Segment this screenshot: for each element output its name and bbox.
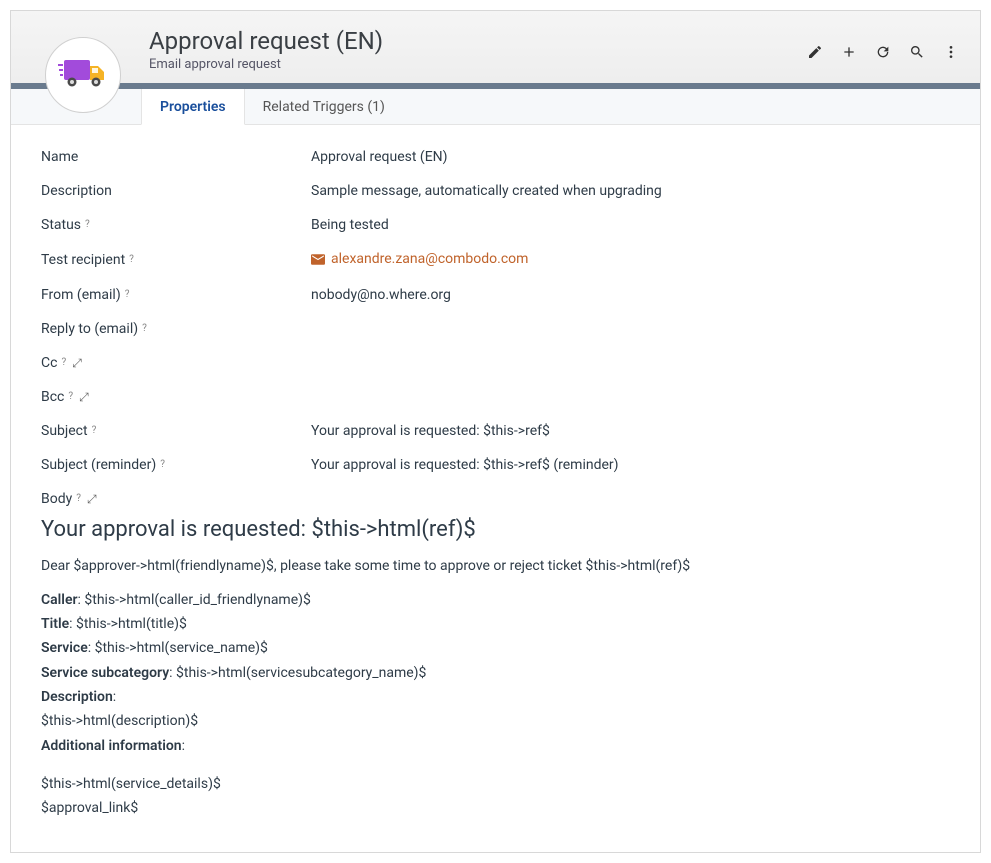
field-description: Description Sample message, automaticall… <box>41 181 950 201</box>
help-icon[interactable]: ? <box>92 421 97 441</box>
body-service-details-line: $this->html(service_details)$ <box>41 774 950 794</box>
field-subject-reminder-label: Subject (reminder) ? <box>41 455 311 475</box>
help-icon[interactable]: ? <box>68 387 73 407</box>
edit-button[interactable] <box>800 37 830 67</box>
field-from-label: From (email) ? <box>41 285 311 305</box>
header-titles: Approval request (EN) Email approval req… <box>149 21 383 72</box>
page-container: Approval request (EN) Email approval req… <box>10 10 981 853</box>
body-caller-line: Caller: $this->html(caller_id_friendlyna… <box>41 590 950 610</box>
field-status: Status ? Being tested <box>41 215 950 235</box>
field-test-recipient-label: Test recipient ? <box>41 249 311 271</box>
field-name-label: Name <box>41 147 311 167</box>
field-reply-to: Reply to (email) ? <box>41 319 950 339</box>
field-reply-to-value <box>311 319 950 339</box>
page-subtitle: Email approval request <box>149 57 383 72</box>
field-cc: Cc ? ⤢ <box>41 353 950 373</box>
object-icon-wrap <box>45 37 121 113</box>
more-vert-icon <box>943 44 959 60</box>
body-description-label-line: Description: <box>41 687 950 707</box>
more-button[interactable] <box>936 37 966 67</box>
field-cc-value <box>311 353 950 373</box>
help-icon[interactable]: ? <box>129 250 134 270</box>
body-service-line: Service: $this->html(service_name)$ <box>41 638 950 658</box>
page-header: Approval request (EN) Email approval req… <box>11 11 980 83</box>
field-from: From (email) ? nobody@no.where.org <box>41 285 950 305</box>
field-subject: Subject ? Your approval is requested: $t… <box>41 421 950 441</box>
field-from-value: nobody@no.where.org <box>311 285 950 305</box>
plus-icon <box>841 44 857 60</box>
field-subject-reminder: Subject (reminder) ? Your approval is re… <box>41 455 950 475</box>
envelope-icon <box>311 254 325 265</box>
help-icon[interactable]: ? <box>85 215 90 235</box>
field-status-value: Being tested <box>311 215 950 235</box>
field-description-value: Sample message, automatically created wh… <box>311 181 950 201</box>
body-approval-link-line: $approval_link$ <box>41 798 950 818</box>
new-button[interactable] <box>834 37 864 67</box>
properties-panel: Name Approval request (EN) Description S… <box>11 125 980 852</box>
body-description-value-line: $this->html(description)$ <box>41 711 950 731</box>
field-cc-label: Cc ? ⤢ <box>41 353 311 373</box>
field-reply-to-label: Reply to (email) ? <box>41 319 311 339</box>
tab-properties[interactable]: Properties <box>141 89 245 125</box>
body-additional-label-line: Additional information: <box>41 736 950 756</box>
field-body-label: Body ? ⤢ <box>41 489 311 509</box>
pencil-icon <box>807 44 823 60</box>
expand-icon[interactable]: ⤢ <box>79 387 89 407</box>
page-title: Approval request (EN) <box>149 27 383 55</box>
refresh-button[interactable] <box>868 37 898 67</box>
field-subject-label: Subject ? <box>41 421 311 441</box>
field-subject-reminder-value: Your approval is requested: $this->ref$ … <box>311 455 950 475</box>
body-title-line: Title: $this->html(title)$ <box>41 614 950 634</box>
body-subcategory-line: Service subcategory: $this->html(service… <box>41 663 950 683</box>
expand-icon[interactable]: ⤢ <box>87 489 97 509</box>
help-icon[interactable]: ? <box>76 489 81 509</box>
search-icon <box>909 44 925 60</box>
field-name-value: Approval request (EN) <box>311 147 950 167</box>
refresh-icon <box>875 44 891 60</box>
tabs-bar: Properties Related Triggers (1) <box>11 89 980 125</box>
field-description-label: Description <box>41 181 311 201</box>
field-bcc: Bcc ? ⤢ <box>41 387 950 407</box>
field-status-label: Status ? <box>41 215 311 235</box>
help-icon[interactable]: ? <box>125 285 130 305</box>
test-recipient-email-link[interactable]: alexandre.zana@combodo.com <box>311 249 528 269</box>
body-preview: Your approval is requested: $this->html(… <box>41 517 950 819</box>
field-subject-value: Your approval is requested: $this->ref$ <box>311 421 950 441</box>
expand-icon[interactable]: ⤢ <box>72 353 82 373</box>
body-intro: Dear $approver->html(friendlyname)$, ple… <box>41 556 950 576</box>
field-test-recipient: Test recipient ? alexandre.zana@combodo.… <box>41 249 950 271</box>
field-bcc-value <box>311 387 950 407</box>
truck-icon <box>58 56 108 94</box>
help-icon[interactable]: ? <box>160 455 165 475</box>
help-icon[interactable]: ? <box>142 319 147 339</box>
field-body: Body ? ⤢ <box>41 489 950 509</box>
field-name: Name Approval request (EN) <box>41 147 950 167</box>
field-bcc-label: Bcc ? ⤢ <box>41 387 311 407</box>
body-heading: Your approval is requested: $this->html(… <box>41 517 950 542</box>
search-button[interactable] <box>902 37 932 67</box>
toolbar <box>800 37 966 67</box>
tab-related-triggers[interactable]: Related Triggers (1) <box>245 89 403 124</box>
help-icon[interactable]: ? <box>61 353 66 373</box>
